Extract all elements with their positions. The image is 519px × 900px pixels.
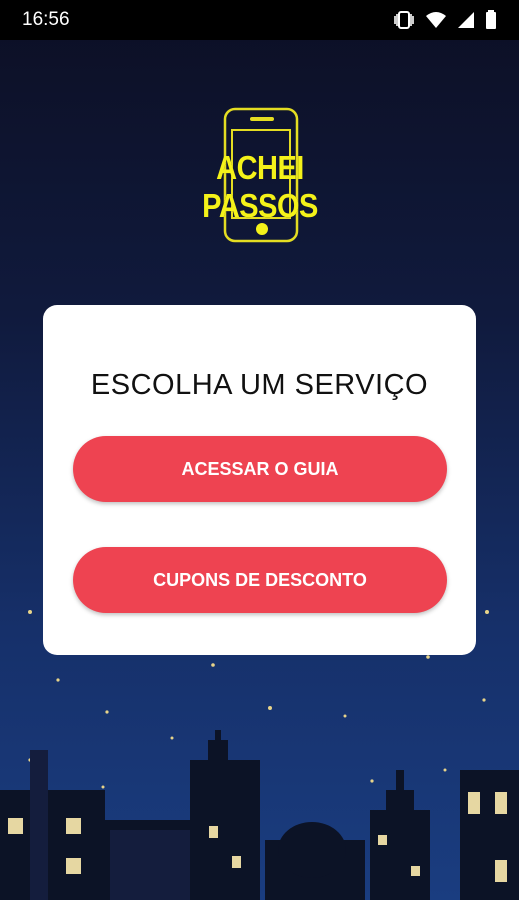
access-guide-button[interactable]: ACESSAR O GUIA	[73, 436, 447, 502]
city-skyline	[0, 730, 519, 900]
service-card: ESCOLHA UM SERVIÇO ACESSAR O GUIA CUPONS…	[43, 305, 476, 655]
card-title: ESCOLHA UM SERVIÇO	[90, 369, 429, 401]
logo-text: ACHEI PASSOS	[202, 150, 318, 225]
discount-coupons-button[interactable]: CUPONS DE DESCONTO	[73, 547, 447, 613]
achei-passos-logo: ACHEI PASSOS	[170, 105, 350, 245]
